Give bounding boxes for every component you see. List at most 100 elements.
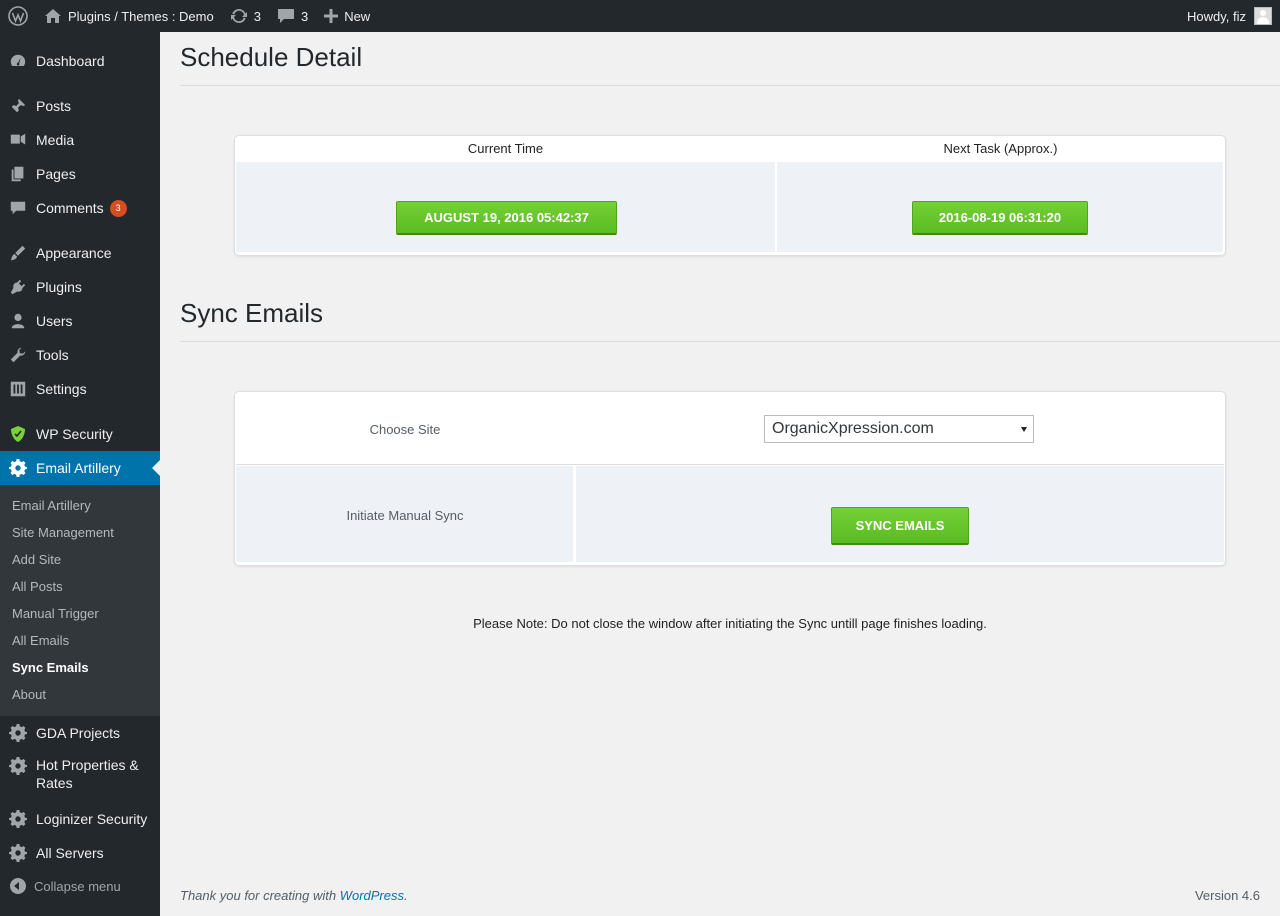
- updates-link[interactable]: 3: [222, 0, 269, 32]
- sync-emails-button[interactable]: SYNC EMAILS: [831, 507, 969, 545]
- sidebar-item-wp-security[interactable]: WP Security: [0, 421, 160, 447]
- comments-link[interactable]: 3: [269, 0, 316, 32]
- updates-count: 3: [253, 8, 261, 24]
- gear-icon: [8, 458, 28, 478]
- manual-sync-label: Initiate Manual Sync: [346, 508, 464, 523]
- collapse-menu-label: Collapse menu: [34, 878, 121, 894]
- gear-icon: [8, 809, 28, 829]
- submenu-item-all-posts[interactable]: All Posts: [12, 579, 63, 594]
- settings-icon: [8, 379, 28, 399]
- admin-bar: Plugins / Themes : Demo 3 3 New Howdy, f…: [0, 0, 1280, 32]
- gear-icon: [8, 756, 28, 776]
- plugin-icon: [8, 277, 28, 297]
- sidebar-item-gda-projects[interactable]: GDA Projects: [0, 720, 160, 746]
- sidebar-label: Settings: [36, 381, 87, 397]
- sidebar-item-dashboard[interactable]: Dashboard: [0, 48, 160, 74]
- row-divider: [236, 464, 1224, 465]
- site-select[interactable]: OrganicXpression.com: [764, 415, 1034, 443]
- sidebar-label: Appearance: [36, 245, 112, 261]
- sidebar-item-comments[interactable]: Comments 3: [0, 195, 160, 221]
- sidebar-label: Dashboard: [36, 53, 105, 69]
- sidebar-label: WP Security: [36, 426, 113, 442]
- gear-icon: [8, 723, 28, 743]
- comments-count: 3: [300, 8, 309, 24]
- divider: [180, 341, 1280, 342]
- pin-icon: [8, 96, 28, 116]
- divider: [180, 85, 1280, 86]
- sidebar-item-tools[interactable]: Tools: [0, 342, 160, 368]
- my-account[interactable]: Howdy, fiz: [1187, 0, 1280, 32]
- sync-panel: Choose Site OrganicXpression.com Initiat…: [234, 391, 1226, 566]
- updates-icon: [230, 8, 247, 24]
- site-name: Plugins / Themes : Demo: [68, 8, 214, 24]
- collapse-arrow-icon: [10, 878, 26, 894]
- user-icon: [8, 311, 28, 331]
- site-select-value: OrganicXpression.com: [772, 420, 934, 437]
- admin-sidebar: Dashboard Posts Media Pages Comments 3 A…: [0, 32, 160, 916]
- sidebar-label: Loginizer Security: [36, 811, 148, 827]
- sidebar-item-all-servers[interactable]: All Servers: [0, 840, 160, 866]
- shield-icon: [8, 424, 28, 444]
- submenu-item-site-management[interactable]: Site Management: [12, 525, 114, 540]
- sidebar-item-plugins[interactable]: Plugins: [0, 274, 160, 300]
- schedule-panel: Current Time Next Task (Approx.) AUGUST …: [234, 135, 1226, 256]
- sidebar-item-loginizer-security[interactable]: Loginizer Security: [0, 806, 160, 832]
- dashboard-icon: [8, 51, 28, 71]
- wordpress-link[interactable]: WordPress: [340, 888, 404, 903]
- wordpress-logo-icon[interactable]: [0, 0, 36, 32]
- footer-thanks-suffix: .: [404, 888, 408, 903]
- sidebar-item-posts[interactable]: Posts: [0, 93, 160, 119]
- sidebar-label: GDA Projects: [36, 725, 121, 741]
- gear-icon: [8, 843, 28, 863]
- collapse-menu-button[interactable]: Collapse menu: [10, 878, 121, 894]
- sidebar-item-appearance[interactable]: Appearance: [0, 240, 160, 266]
- footer-version: Version 4.6: [1194, 888, 1260, 903]
- submenu-item-email-artillery[interactable]: Email Artillery: [12, 498, 91, 513]
- sidebar-label: Posts: [36, 98, 72, 114]
- sidebar-label: Email Artillery: [36, 460, 121, 476]
- sidebar-item-pages[interactable]: Pages: [0, 161, 160, 187]
- choose-site-label: Choose Site: [369, 422, 441, 437]
- footer-thanks-text: Thank you for creating with: [180, 888, 340, 903]
- wrench-icon: [8, 345, 28, 365]
- sidebar-item-hot-properties[interactable]: Hot Properties & Rates: [0, 756, 160, 796]
- chevron-down-icon: [1021, 427, 1027, 432]
- home-icon: [45, 9, 61, 23]
- sidebar-label: All Servers: [36, 845, 104, 861]
- submenu-item-all-emails[interactable]: All Emails: [12, 633, 69, 648]
- media-icon: [8, 130, 28, 150]
- sync-note: Please Note: Do not close the window aft…: [473, 616, 987, 631]
- sidebar-label: Pages: [36, 166, 76, 182]
- comments-icon: [8, 198, 28, 218]
- sidebar-label-line2: Rates: [36, 775, 73, 791]
- avatar: [1254, 7, 1272, 25]
- sidebar-item-media[interactable]: Media: [0, 127, 160, 153]
- submenu-item-add-site[interactable]: Add Site: [12, 552, 61, 567]
- new-label: New: [344, 8, 371, 24]
- sync-emails-title: Sync Emails: [180, 298, 324, 328]
- sidebar-item-settings[interactable]: Settings: [0, 376, 160, 402]
- sidebar-item-users[interactable]: Users: [0, 308, 160, 334]
- sidebar-label-line1: Hot Properties &: [36, 757, 139, 773]
- new-content-link[interactable]: New: [316, 0, 378, 32]
- sidebar-label: Users: [36, 313, 73, 329]
- sidebar-label: Comments: [36, 200, 104, 216]
- pages-icon: [8, 164, 28, 184]
- sidebar-label: Hot Properties & Rates: [36, 756, 139, 792]
- email-artillery-submenu: Email Artillery Site Management Add Site…: [0, 485, 160, 716]
- footer-thanks: Thank you for creating with WordPress.: [180, 888, 408, 903]
- plus-icon: [324, 9, 339, 23]
- schedule-detail-title: Schedule Detail: [180, 42, 363, 72]
- sidebar-label: Plugins: [36, 279, 82, 295]
- next-task-header: Next Task (Approx.): [943, 141, 1058, 156]
- submenu-item-sync-emails[interactable]: Sync Emails: [12, 660, 89, 675]
- current-time-value: AUGUST 19, 2016 05:42:37: [396, 201, 617, 235]
- submenu-item-about[interactable]: About: [12, 687, 46, 702]
- site-name-link[interactable]: Plugins / Themes : Demo: [36, 0, 222, 32]
- comment-bubble-icon: [277, 9, 294, 23]
- comments-badge: 3: [109, 199, 127, 217]
- sidebar-item-email-artillery[interactable]: Email Artillery: [0, 451, 160, 485]
- current-time-header: Current Time: [467, 141, 544, 156]
- sidebar-label: Tools: [36, 347, 69, 363]
- greeting: Howdy, fiz: [1187, 8, 1246, 24]
